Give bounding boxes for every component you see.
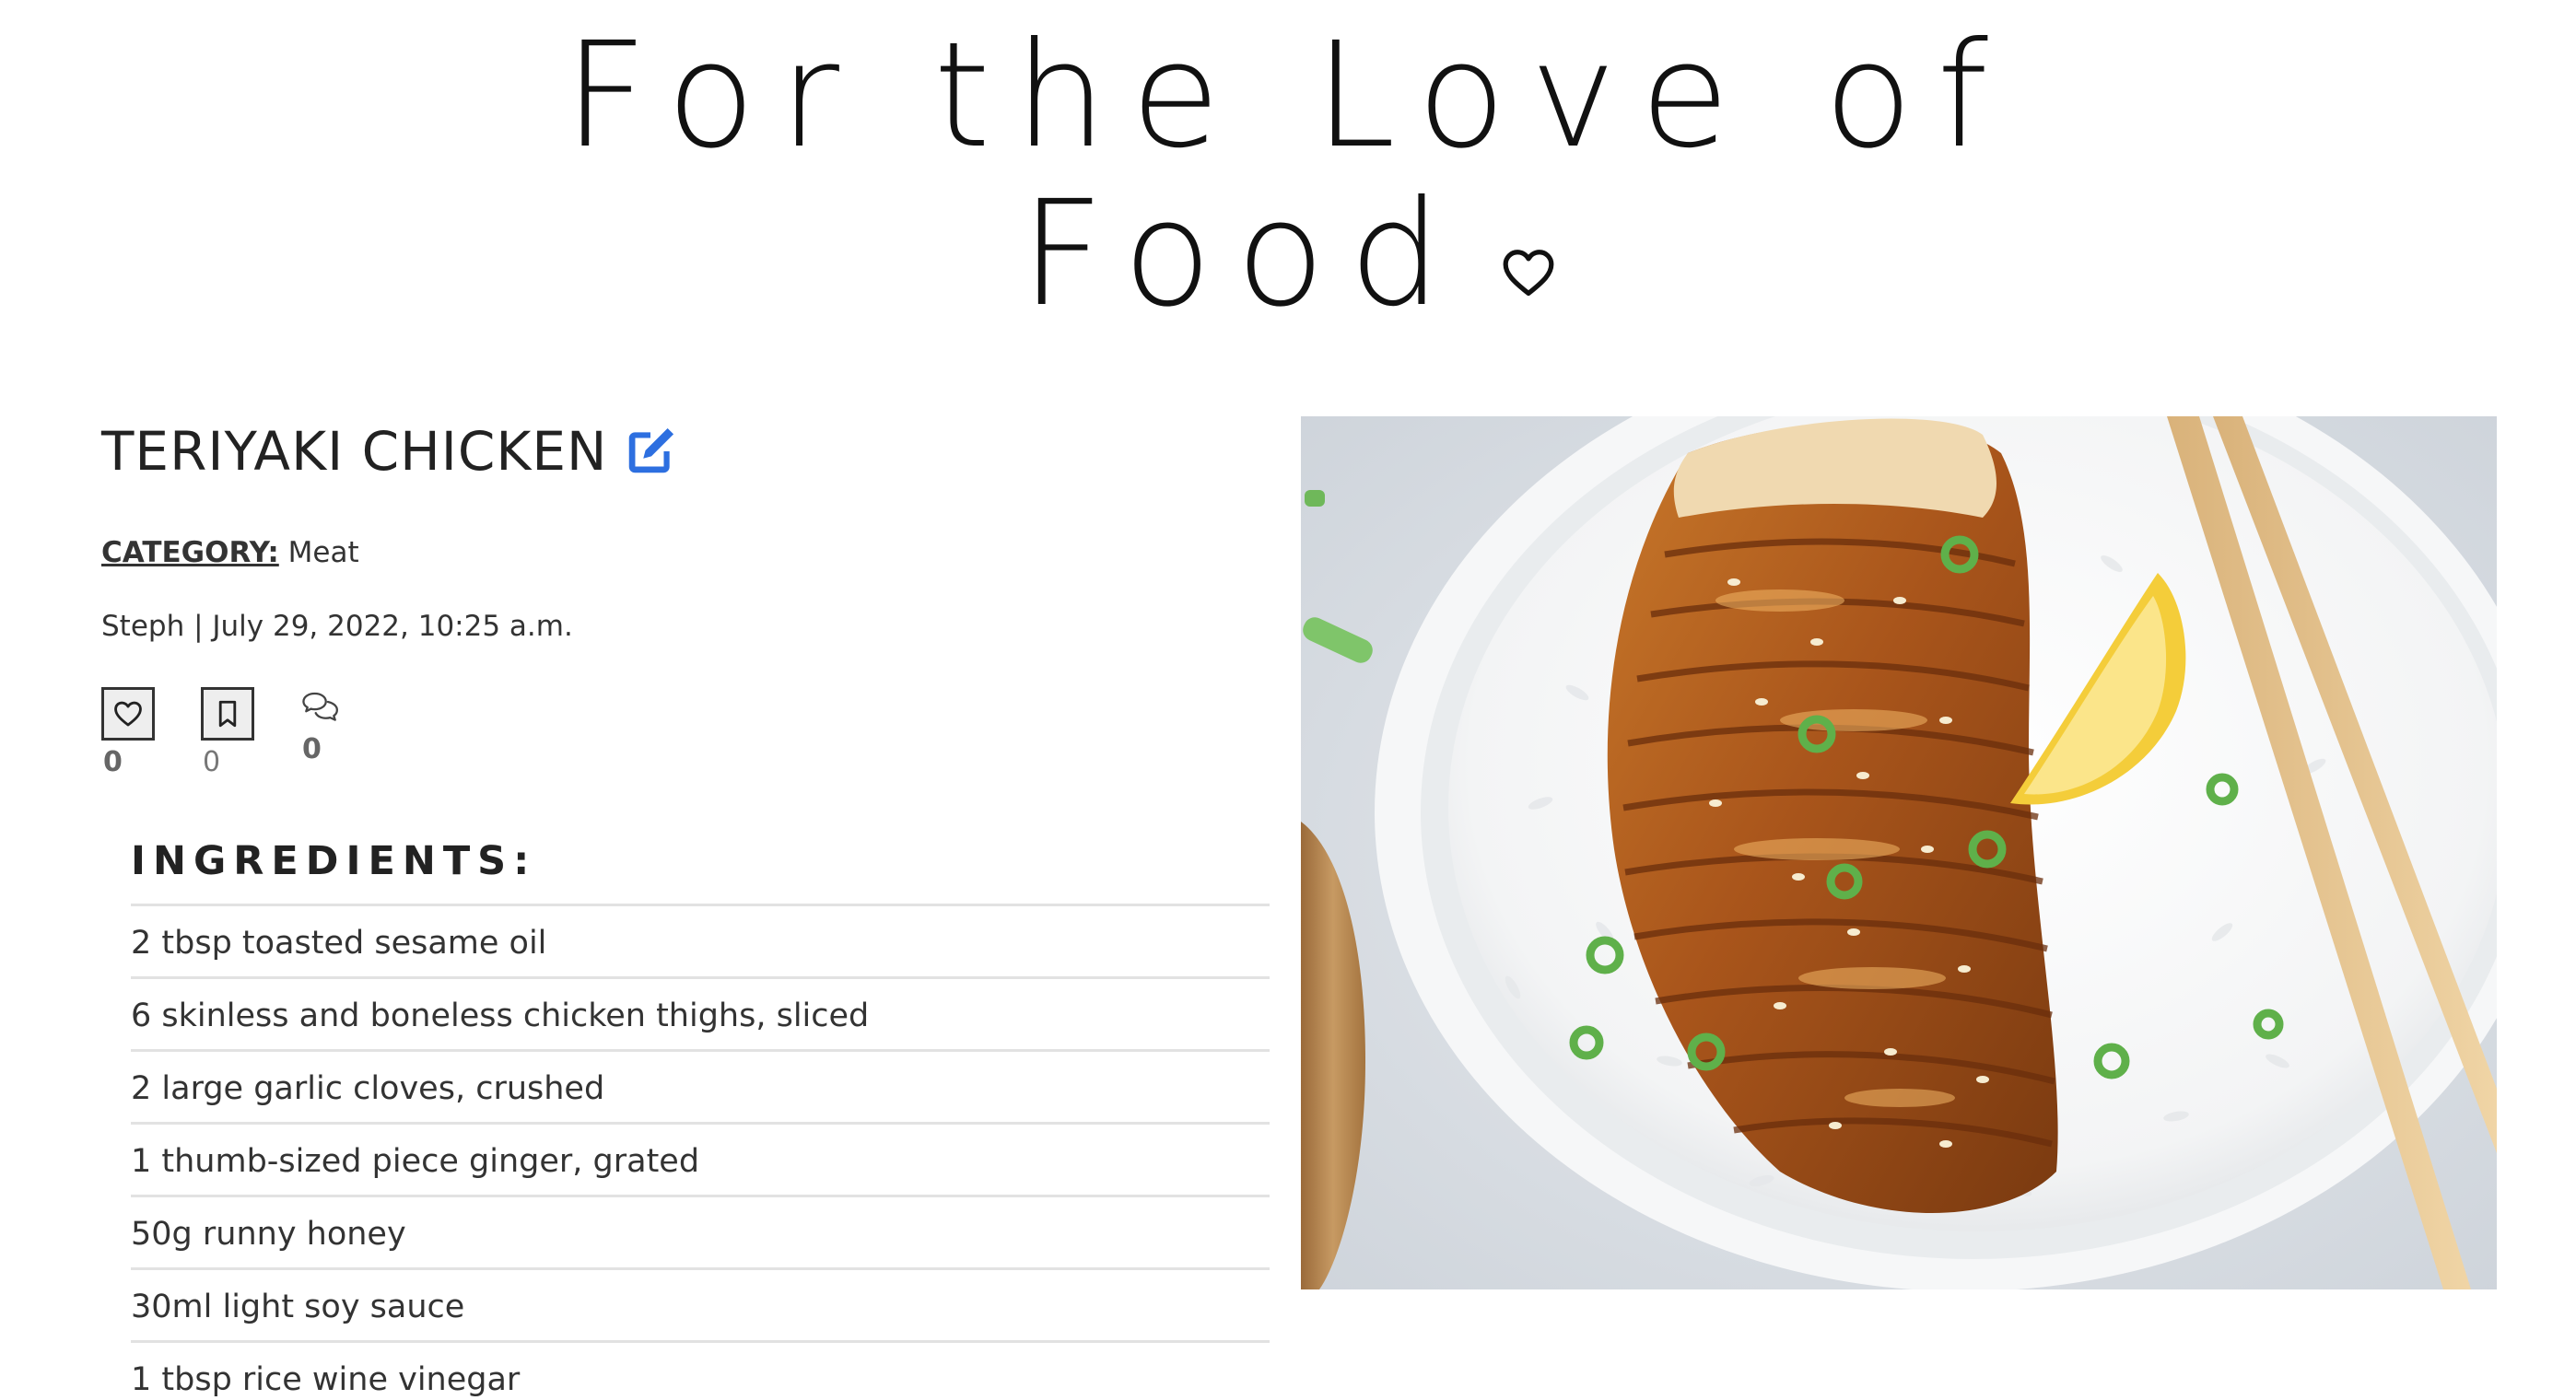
ingredients-section: INGREDIENTS: 2 tbsp toasted sesame oil 6… (131, 832, 1270, 1400)
ingredient-item: 2 large garlic cloves, crushed (131, 1049, 1270, 1122)
ingredients-heading: INGREDIENTS: (131, 838, 537, 884)
chat-bubbles-icon (302, 692, 339, 721)
recipe-title-row: TERIYAKI CHICKEN (101, 414, 1281, 488)
bookmark-icon (218, 700, 237, 728)
save-count: 0 (203, 746, 221, 778)
site-title-word: Food (1020, 169, 1466, 339)
ingredient-item: 6 skinless and boneless chicken thighs, … (131, 976, 1270, 1049)
ingredient-item: 1 tbsp rice wine vinegar (131, 1340, 1270, 1400)
ingredients-list: 2 tbsp toasted sesame oil 6 skinless and… (131, 904, 1270, 1400)
save-action: 0 (201, 687, 254, 778)
ingredient-item: 2 tbsp toasted sesame oil (131, 904, 1270, 976)
comment-button[interactable] (300, 687, 341, 728)
site-title-line-1: For the Love of (564, 11, 2012, 181)
recipe-photo (1301, 416, 2497, 1289)
ingredient-item: 50g runny honey (131, 1195, 1270, 1267)
ingredient-item: 30ml light soy sauce (131, 1267, 1270, 1340)
site-title-line-2: Food (0, 175, 2576, 333)
comment-action: 0 (300, 687, 341, 765)
category-value: Meat (278, 536, 359, 569)
site-title: For the Love of Food (0, 17, 2576, 333)
like-count: 0 (103, 746, 123, 778)
author-date: Steph | July 29, 2022, 10:25 a.m. (101, 610, 573, 643)
ingredient-item: 1 thumb-sized piece ginger, grated (131, 1122, 1270, 1195)
like-action: 0 (101, 687, 155, 778)
category-link[interactable]: CATEGORY: (101, 536, 279, 569)
like-button[interactable] (101, 687, 155, 741)
recipe-details: TERIYAKI CHICKEN CATEGORY: Meat Steph | … (101, 414, 1281, 1400)
category-row: CATEGORY: Meat (101, 534, 1281, 571)
recipe-page: For the Love of Food TERIYAKI CHICKEN CA… (0, 0, 2576, 1400)
heart-icon (114, 701, 142, 727)
save-button[interactable] (201, 687, 254, 741)
edit-icon[interactable] (622, 423, 679, 480)
comment-count: 0 (302, 733, 322, 765)
recipe-title: TERIYAKI CHICKEN (101, 420, 608, 483)
heart-outline-icon[interactable] (1502, 249, 1555, 297)
action-bar: 0 0 0 (101, 687, 1281, 778)
